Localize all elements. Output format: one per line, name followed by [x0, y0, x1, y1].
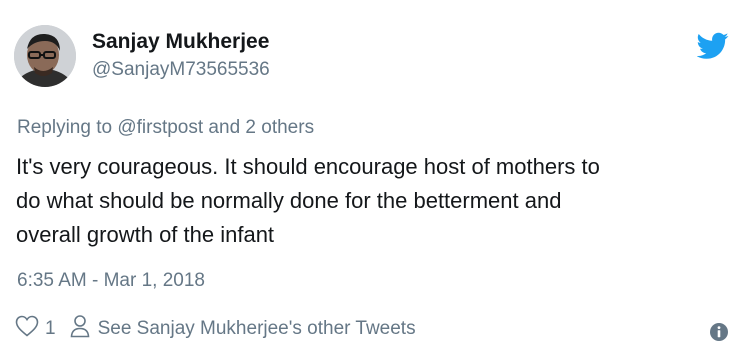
tweet-text: It's very courageous. It should encourag… — [16, 150, 731, 252]
embedded-tweet: Sanjay Mukherjee @SanjayM73565536 Replyi… — [0, 0, 735, 343]
tweet-text-line: overall growth of the infant — [16, 222, 275, 247]
tweet-actions: 1 See Sanjay Mukherjee's other Tweets — [15, 315, 416, 343]
heart-outline-icon — [15, 315, 39, 343]
twitter-bird-icon[interactable] — [696, 32, 729, 60]
author-block[interactable]: Sanjay Mukherjee @SanjayM73565536 — [92, 30, 270, 82]
author-handle[interactable]: @SanjayM73565536 — [92, 58, 270, 82]
avatar[interactable] — [14, 25, 76, 87]
replying-to: Replying to @firstpost and 2 others — [17, 117, 314, 139]
other-tweets-label[interactable]: See Sanjay Mukherjee's other Tweets — [98, 318, 416, 340]
tweet-timestamp[interactable]: 6:35 AM - Mar 1, 2018 — [17, 270, 205, 292]
author-name[interactable]: Sanjay Mukherjee — [92, 30, 270, 54]
like-count: 1 — [45, 318, 56, 339]
person-icon — [70, 314, 90, 344]
other-tweets-link[interactable]: See Sanjay Mukherjee's other Tweets — [70, 314, 416, 344]
tweet-text-line: It's very courageous. It should encourag… — [16, 154, 600, 179]
tweet-text-line: do what should be normally done for the … — [16, 188, 562, 213]
replying-prefix: Replying to — [17, 117, 118, 138]
like-button[interactable]: 1 — [15, 315, 56, 343]
reply-mention-link[interactable]: @firstpost — [117, 117, 203, 138]
replying-suffix[interactable]: and 2 others — [203, 117, 314, 138]
info-icon[interactable] — [709, 322, 729, 342]
